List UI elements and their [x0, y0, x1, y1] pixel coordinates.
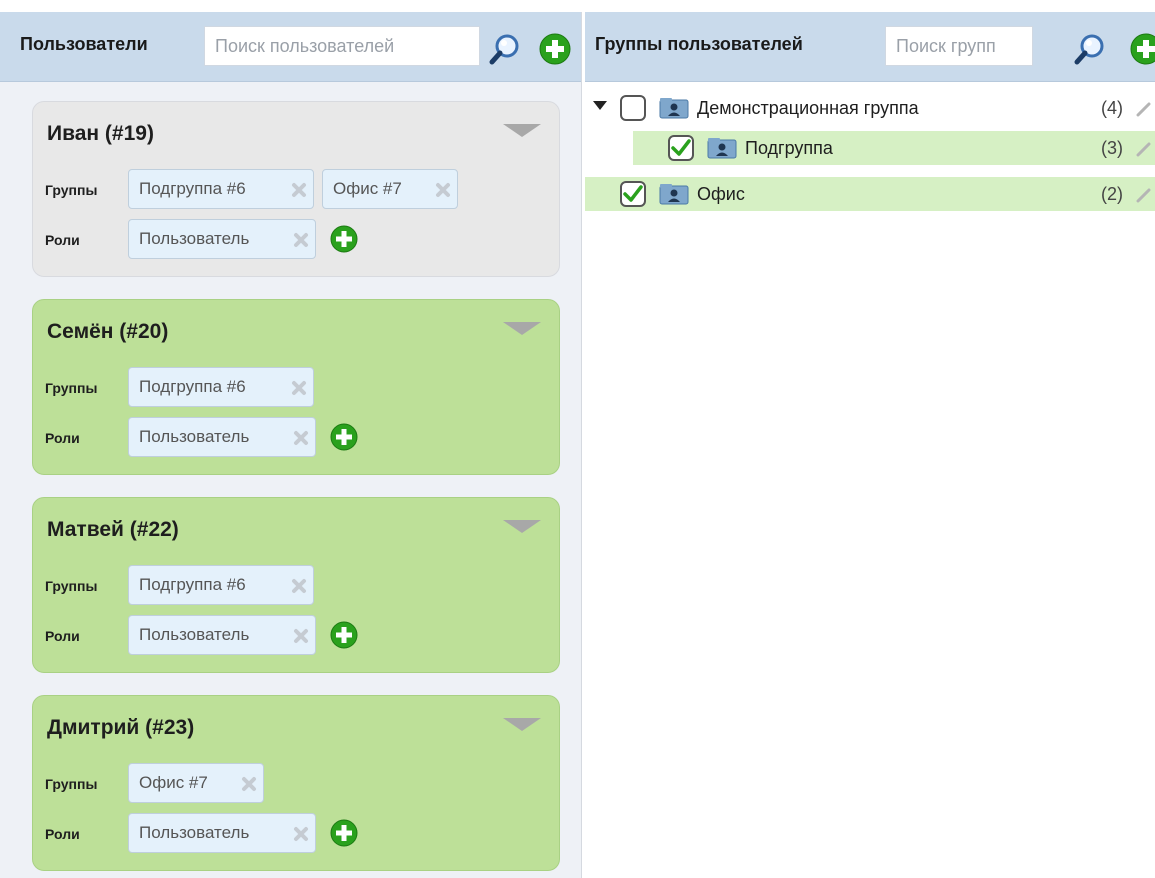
checkbox-checked-icon[interactable]: [667, 134, 695, 162]
edit-icon[interactable]: [1135, 186, 1153, 204]
group-chip[interactable]: Подгруппа #6: [128, 169, 314, 209]
expand-arrow-icon[interactable]: [593, 101, 607, 111]
role-chip[interactable]: Пользователь: [128, 219, 316, 259]
remove-icon[interactable]: [293, 628, 309, 644]
user-name: Семён (#20): [47, 320, 169, 343]
add-role-icon[interactable]: [330, 621, 358, 649]
user-card[interactable]: Иван (#19) Группы Подгруппа #6 Офис #7 Р…: [32, 101, 560, 277]
remove-icon[interactable]: [291, 182, 307, 198]
user-group-icon: [659, 98, 689, 119]
group-chip-label: Офис #7: [139, 773, 208, 792]
groups-panel-title: Группы пользователей: [595, 34, 803, 54]
add-role-icon[interactable]: [330, 819, 358, 847]
roles-label: Роли: [45, 826, 80, 842]
collapse-arrow-icon[interactable]: [503, 124, 541, 138]
add-group-icon[interactable]: [1129, 32, 1155, 66]
collapse-arrow-icon[interactable]: [503, 520, 541, 534]
user-card[interactable]: Дмитрий (#23) Группы Офис #7 Роли Пользо…: [32, 695, 560, 871]
remove-icon[interactable]: [293, 430, 309, 446]
edit-icon[interactable]: [1135, 100, 1153, 118]
group-chip-label: Подгруппа #6: [139, 377, 246, 396]
role-chip-label: Пользователь: [139, 427, 250, 446]
users-panel-header: Пользователи: [0, 12, 581, 82]
tree-row-office[interactable]: Офис (2): [585, 177, 1155, 211]
tree-row-count: (2): [1101, 184, 1123, 204]
add-role-icon[interactable]: [330, 423, 358, 451]
user-name: Иван (#19): [47, 122, 154, 145]
group-chip[interactable]: Подгруппа #6: [128, 367, 314, 407]
user-name: Дмитрий (#23): [47, 716, 195, 739]
group-chip-label: Подгруппа #6: [139, 575, 246, 594]
groups-label: Группы: [45, 380, 98, 396]
group-chip[interactable]: Офис #7: [322, 169, 458, 209]
users-search-input[interactable]: [204, 26, 480, 66]
remove-icon[interactable]: [291, 578, 307, 594]
tree-row-subgroup[interactable]: Подгруппа (3): [633, 131, 1155, 165]
users-panel-title: Пользователи: [20, 34, 148, 54]
user-group-icon: [659, 184, 689, 205]
add-role-icon[interactable]: [330, 225, 358, 253]
group-chip-label: Подгруппа #6: [139, 179, 246, 198]
groups-panel: Группы пользователей Демонстрационная гр…: [585, 12, 1155, 878]
user-card[interactable]: Матвей (#22) Группы Подгруппа #6 Роли По…: [32, 497, 560, 673]
role-chip-label: Пользователь: [139, 625, 250, 644]
role-chip[interactable]: Пользователь: [128, 615, 316, 655]
groups-search-icon[interactable]: [1073, 32, 1107, 66]
role-chip[interactable]: Пользователь: [128, 417, 316, 457]
remove-icon[interactable]: [435, 182, 451, 198]
groups-panel-header: Группы пользователей: [585, 12, 1155, 82]
remove-icon[interactable]: [291, 380, 307, 396]
collapse-arrow-icon[interactable]: [503, 322, 541, 336]
roles-label: Роли: [45, 430, 80, 446]
users-search-icon[interactable]: [488, 32, 522, 66]
remove-icon[interactable]: [293, 826, 309, 842]
remove-icon[interactable]: [241, 776, 257, 792]
tree-row-label: Офис: [697, 184, 745, 204]
roles-label: Роли: [45, 232, 80, 248]
remove-icon[interactable]: [293, 232, 309, 248]
role-chip-label: Пользователь: [139, 229, 250, 248]
user-name: Матвей (#22): [47, 518, 179, 541]
role-chip-label: Пользователь: [139, 823, 250, 842]
add-user-icon[interactable]: [538, 32, 572, 66]
group-chip[interactable]: Подгруппа #6: [128, 565, 314, 605]
collapse-arrow-icon[interactable]: [503, 718, 541, 732]
edit-icon[interactable]: [1135, 140, 1153, 158]
user-card[interactable]: Семён (#20) Группы Подгруппа #6 Роли Пол…: [32, 299, 560, 475]
groups-search-input[interactable]: [885, 26, 1033, 66]
tree-row-count: (4): [1101, 98, 1123, 118]
users-panel: Пользователи Иван (#19) Группы Подгруппа…: [0, 12, 582, 878]
tree-row-label: Демонстрационная группа: [697, 98, 919, 118]
tree-row-demo-group[interactable]: Демонстрационная группа (4): [585, 91, 1155, 125]
checkbox-unchecked-icon[interactable]: [619, 94, 647, 122]
groups-label: Группы: [45, 578, 98, 594]
tree-row-label: Подгруппа: [745, 138, 833, 158]
group-chip[interactable]: Офис #7: [128, 763, 264, 803]
groups-label: Группы: [45, 182, 98, 198]
user-group-icon: [707, 138, 737, 159]
groups-label: Группы: [45, 776, 98, 792]
checkbox-checked-icon[interactable]: [619, 180, 647, 208]
group-chip-label: Офис #7: [333, 179, 402, 198]
tree-row-count: (3): [1101, 138, 1123, 158]
role-chip[interactable]: Пользователь: [128, 813, 316, 853]
roles-label: Роли: [45, 628, 80, 644]
